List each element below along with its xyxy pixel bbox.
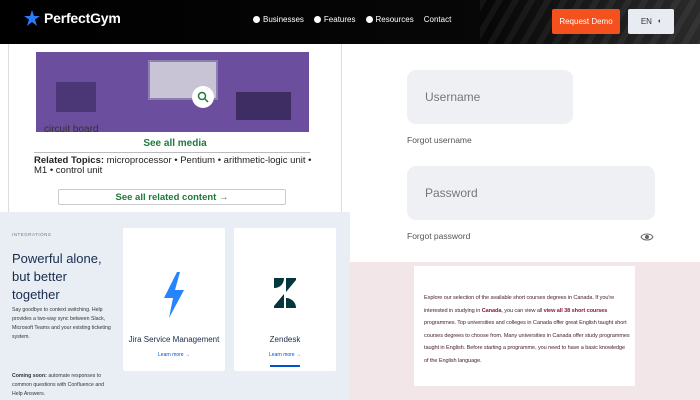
nav-link-contact[interactable]: Contact bbox=[424, 15, 452, 24]
chevron-down-icon: ◖ bbox=[656, 18, 662, 25]
circuit-board-image[interactable] bbox=[36, 52, 309, 132]
integration-card-jira[interactable]: Jira Service Management Learn more → bbox=[123, 228, 225, 371]
forgot-password-link[interactable]: Forgot password bbox=[407, 231, 470, 241]
canada-link[interactable]: Canada bbox=[482, 308, 502, 314]
nav-link-features[interactable]: Features bbox=[313, 15, 356, 24]
card-title: Jira Service Management bbox=[128, 335, 220, 344]
courses-text-after: programmes. Top universities and college… bbox=[424, 320, 630, 364]
password-input[interactable]: Password bbox=[407, 166, 655, 220]
section-description: Say goodbye to context switching. Help p… bbox=[12, 307, 111, 340]
top-nav: PerfectGym Businesses Features Resources… bbox=[0, 0, 700, 44]
related-topics: Related Topics: microprocessor • Pentium… bbox=[34, 156, 314, 176]
learn-more-link[interactable]: Learn more → bbox=[123, 352, 225, 358]
nav-link-label: Resources bbox=[375, 15, 414, 24]
image-caption: circuit board bbox=[44, 124, 99, 135]
courses-description: Explore our selection of the available s… bbox=[424, 292, 630, 368]
circle-icon bbox=[365, 16, 373, 23]
nav-link-label: Features bbox=[323, 15, 356, 24]
circle-icon bbox=[253, 16, 260, 23]
article-snippet: circuit board See all media Related Topi… bbox=[0, 44, 350, 212]
username-input[interactable]: Username bbox=[407, 70, 573, 124]
coming-soon-note: Coming soon: automate responses to commo… bbox=[12, 372, 116, 399]
integration-card-zendesk[interactable]: Zendesk Learn more → bbox=[234, 228, 336, 371]
nav-link-businesses[interactable]: Businesses bbox=[253, 15, 304, 24]
circle-icon bbox=[313, 16, 321, 23]
card-title: Zendesk bbox=[269, 335, 301, 344]
nav-links: Businesses Features Resources Contact bbox=[253, 15, 451, 24]
see-all-media-link[interactable]: See all media bbox=[40, 138, 310, 149]
zoom-icon[interactable] bbox=[192, 86, 214, 108]
language-selector[interactable]: EN ◖ bbox=[628, 9, 674, 34]
courses-text-middle: , you can view all bbox=[501, 307, 544, 314]
divider bbox=[34, 152, 310, 153]
star-icon bbox=[24, 10, 40, 26]
link-underline bbox=[270, 365, 300, 367]
nav-link-label: Contact bbox=[423, 15, 452, 24]
courses-section: Explore our selection of the available s… bbox=[350, 262, 700, 400]
request-demo-button[interactable]: Request Demo bbox=[552, 9, 620, 34]
view-all-courses-link[interactable]: view all 38 short courses bbox=[544, 308, 608, 314]
nav-link-label: Businesses bbox=[263, 15, 304, 24]
lightning-icon bbox=[123, 272, 225, 322]
login-form: Username Forgot username Password Forgot… bbox=[350, 44, 700, 262]
brand-logo[interactable]: PerfectGym bbox=[24, 10, 121, 26]
chip-graphic bbox=[236, 92, 291, 120]
see-related-content-button[interactable]: See all related content → bbox=[58, 189, 286, 205]
nav-link-resources[interactable]: Resources bbox=[365, 15, 414, 24]
magnifier-icon bbox=[197, 91, 209, 103]
integrations-section: INTEGRATIONS Powerful alone, but better … bbox=[0, 212, 350, 400]
section-eyebrow: INTEGRATIONS bbox=[12, 232, 52, 237]
forgot-username-link[interactable]: Forgot username bbox=[407, 135, 472, 145]
zendesk-icon bbox=[234, 272, 336, 322]
chip-graphic bbox=[56, 82, 96, 112]
language-label: EN bbox=[640, 17, 652, 26]
coming-soon-label: Coming soon: bbox=[12, 373, 47, 379]
brand-name: PerfectGym bbox=[44, 10, 121, 26]
section-heading: Powerful alone, but better together bbox=[12, 251, 102, 302]
eye-icon[interactable] bbox=[640, 232, 654, 242]
learn-more-link[interactable]: Learn more → bbox=[234, 352, 336, 358]
